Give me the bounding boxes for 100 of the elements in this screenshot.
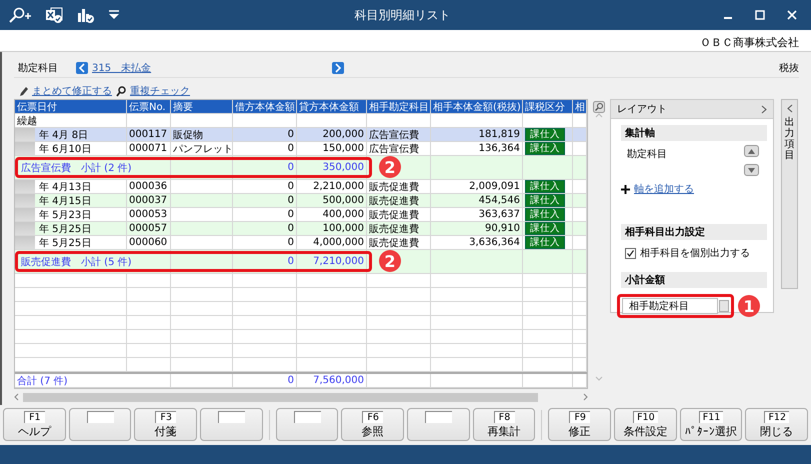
- pencil-icon[interactable]: [18, 86, 28, 96]
- subtotal-cell: 7,210,000: [297, 250, 367, 273]
- column-header[interactable]: 相手勘定科目: [367, 100, 431, 113]
- function-key-button[interactable]: F6 参照: [341, 408, 404, 441]
- table-cell: パンフレット: [171, 142, 233, 155]
- subtotal-cell: 広告宣伝費 小計 (2 件): [15, 156, 171, 179]
- callout-badge: 2: [379, 156, 401, 178]
- total-cell: 合計 (7 件): [15, 374, 171, 387]
- section-heading: 相手科目出力設定: [621, 224, 767, 240]
- table-cell: 150,000: [297, 142, 367, 155]
- date-text: 年 4月15日: [39, 194, 92, 207]
- column-header[interactable]: 借方本体金額: [233, 100, 297, 113]
- table-cell: 広告宣伝費: [367, 142, 431, 155]
- function-key-button[interactable]: F11 ﾊﾟﾀｰﾝ選択: [680, 408, 742, 441]
- redacted-year: [15, 194, 35, 207]
- account-link[interactable]: 315 未払金: [92, 60, 332, 74]
- function-key-button[interactable]: F3 付箋: [134, 408, 198, 441]
- total-cell: 7,560,000: [297, 374, 367, 387]
- checkbox[interactable]: [625, 248, 636, 258]
- column-header[interactable]: 相: [573, 100, 587, 113]
- side-tab-label[interactable]: 出力項目: [784, 117, 794, 161]
- table-cell: 90,910: [431, 222, 523, 235]
- add-axis-link[interactable]: 軸を追加する: [634, 182, 694, 196]
- subtotal-cell: 0: [233, 250, 297, 273]
- tax-class-badge: 課仕入: [525, 236, 565, 249]
- tax-class-badge: 課仕入: [525, 222, 565, 235]
- scroll-right-icon[interactable]: [583, 393, 588, 401]
- table-cell: 000036: [127, 180, 171, 193]
- date-text: 年 4月 8日: [39, 128, 88, 141]
- subtotal-field[interactable]: 相手勘定科目: [622, 298, 718, 314]
- maximize-icon[interactable]: [755, 10, 765, 20]
- date-text: 年 5月23日: [39, 208, 92, 221]
- plus-icon[interactable]: [621, 184, 630, 194]
- table-cell: 200,000: [297, 128, 367, 141]
- tax-class-badge: 課仕入: [525, 128, 565, 141]
- scroll-left-icon[interactable]: [14, 393, 19, 401]
- spreadsheet-check-icon[interactable]: [46, 6, 63, 24]
- move-down-button[interactable]: [744, 164, 759, 176]
- function-key-button[interactable]: F9 修正: [548, 408, 612, 441]
- table-cell: 100,000: [297, 222, 367, 235]
- expand-chevron-icon[interactable]: [786, 104, 792, 113]
- tax-class-badge: 課仕入: [525, 208, 565, 221]
- table-cell: 000037: [127, 194, 171, 207]
- scrollbar-thumb[interactable]: [23, 392, 538, 402]
- date-text: 年 5月25日: [39, 222, 92, 235]
- table-cell: 000053: [127, 208, 171, 221]
- column-header[interactable]: 課税区分: [523, 100, 573, 113]
- previous-button[interactable]: [76, 62, 88, 74]
- tax-class-badge: 課仕入: [525, 194, 565, 207]
- search-icon[interactable]: [116, 86, 126, 96]
- function-key-button[interactable]: F12 閉じる: [745, 408, 808, 441]
- column-header[interactable]: 相手本体金額(税抜): [431, 100, 523, 113]
- zoom-icon[interactable]: [593, 101, 605, 113]
- function-key-button[interactable]: F8 再集計: [472, 408, 536, 441]
- table-cell: 0: [233, 128, 297, 141]
- redacted-year: [15, 222, 35, 235]
- search-plus-icon[interactable]: [8, 7, 32, 23]
- function-key-button[interactable]: F10 条件設定: [614, 408, 677, 441]
- table-cell: 0: [233, 236, 297, 249]
- table-cell: 販促物: [171, 128, 233, 141]
- subtotal-cell: 販売促進費 小計 (5 件): [15, 250, 171, 273]
- tax-class-badge: 課仕入: [525, 142, 565, 155]
- callout-badge: 2: [379, 250, 401, 272]
- table-cell: 000057: [127, 222, 171, 235]
- table-cell: 0: [233, 142, 297, 155]
- table-cell: 販売促進費: [367, 208, 431, 221]
- close-icon[interactable]: [787, 10, 797, 20]
- next-button[interactable]: [332, 62, 344, 74]
- table-cell: 4,000,000: [297, 236, 367, 249]
- move-up-button[interactable]: [744, 145, 759, 157]
- table-cell: 販売促進費: [367, 236, 431, 249]
- callout-badge: 1: [738, 295, 760, 317]
- date-text: 年 5月25日: [39, 236, 92, 249]
- table-cell: 販売促進費: [367, 194, 431, 207]
- tax-class-badge: 課仕入: [525, 180, 565, 193]
- tax-mode-label: 税抜: [779, 62, 799, 74]
- column-header[interactable]: 摘要: [171, 100, 233, 113]
- column-header[interactable]: 伝票No.: [127, 100, 171, 113]
- table-cell: 2,009,091: [431, 180, 523, 193]
- checkbox-label: 相手科目を個別出力する: [640, 246, 750, 260]
- axis-item[interactable]: 勘定科目: [627, 147, 667, 176]
- chart-check-icon[interactable]: [77, 6, 94, 24]
- column-header[interactable]: 貸方本体金額: [297, 100, 367, 113]
- window-title: 科目別明細リスト: [354, 6, 452, 24]
- redacted-year: [15, 208, 35, 221]
- total-cell: 0: [233, 374, 297, 387]
- table-cell: 363,637: [431, 208, 523, 221]
- table-cell: 000071: [127, 142, 171, 155]
- action-link[interactable]: まとめて修正する: [32, 84, 112, 98]
- table-cell: 000060: [127, 236, 171, 249]
- column-header[interactable]: 伝票日付: [15, 100, 127, 113]
- table-cell: 136,364: [431, 142, 523, 155]
- company-name: ＯＢＣ商事株式会社: [700, 36, 799, 49]
- check-icon: [627, 250, 634, 256]
- dropdown-icon[interactable]: [108, 10, 120, 20]
- table-cell: 販売促進費: [367, 222, 431, 235]
- action-link[interactable]: 重複チェック: [130, 84, 190, 98]
- collapse-chevron-icon[interactable]: [761, 104, 767, 114]
- function-key-button[interactable]: F1 ヘルプ: [3, 408, 66, 441]
- table-cell: 181,819: [431, 128, 523, 141]
